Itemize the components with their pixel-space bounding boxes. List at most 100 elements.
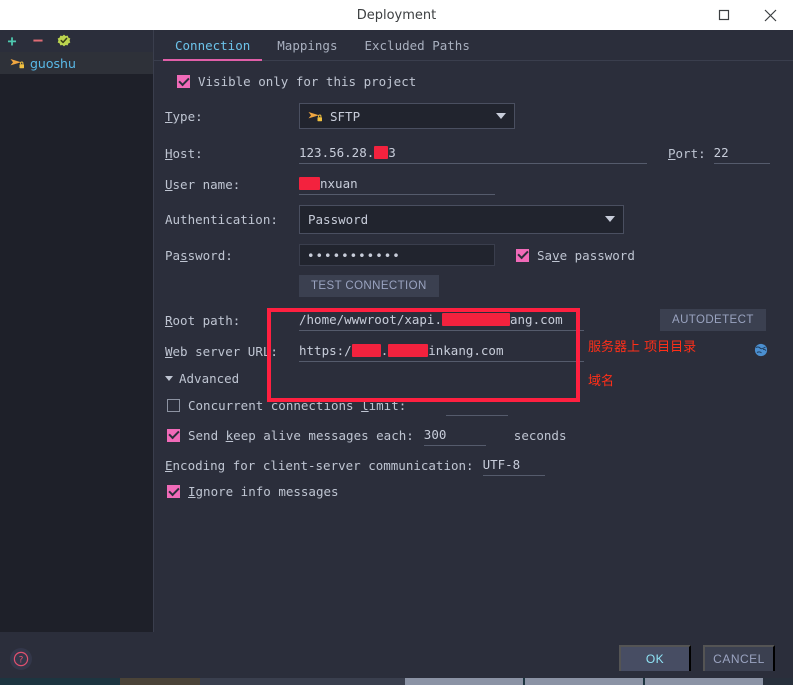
advanced-section-toggle[interactable]: Advanced (165, 371, 793, 386)
authentication-row: Authentication: Password (165, 204, 793, 234)
root-path-label: Root path: (165, 312, 241, 328)
host-input[interactable]: 123.56.28. 3 (299, 143, 647, 164)
authentication-label: Authentication: (165, 211, 278, 227)
close-icon[interactable] (747, 0, 793, 30)
host-value-suffix: 3 (388, 145, 396, 160)
username-input[interactable]: nxuan (299, 174, 495, 195)
test-connection-button[interactable]: TEST CONNECTION (299, 275, 439, 297)
visible-only-checkbox[interactable] (177, 75, 190, 88)
web-url-suffix: inkang.com (428, 343, 504, 358)
visible-only-row[interactable]: Visible only for this project (177, 74, 793, 89)
maximize-icon[interactable] (701, 0, 747, 30)
ignore-info-checkbox[interactable] (167, 485, 180, 498)
ok-label: OK (645, 651, 665, 666)
test-connection-label: TEST CONNECTION (311, 280, 427, 292)
root-path-prefix: /home/wwwroot/xapi. (299, 312, 442, 327)
taskbar-seg-3 (200, 678, 405, 685)
root-path-row: Root path: /home/wwwroot/xapi. ang.com AU… (165, 309, 793, 331)
window-controls (701, 0, 793, 30)
concurrent-row: Concurrent connections limit: (165, 394, 793, 416)
type-row: Type: SFTP (165, 102, 793, 130)
host-redaction (374, 146, 389, 159)
port-input[interactable]: 22 (713, 143, 770, 164)
taskbar-seg-4 (405, 678, 523, 685)
advanced-label: Advanced (179, 371, 240, 386)
concurrent-checkbox[interactable] (167, 398, 180, 412)
visible-only-label: Visible only for this project (198, 74, 417, 89)
host-row: Host: 123.56.28. 3 Port: 22 (165, 142, 793, 164)
tab-mappings[interactable]: Mappings (265, 34, 349, 60)
username-value-suffix: nxuan (320, 176, 358, 191)
taskbar-seg-1 (0, 678, 120, 685)
host-label: Host: (165, 145, 203, 161)
root-path-input[interactable]: /home/wwwroot/xapi. ang.com (299, 310, 584, 331)
username-label: User name: (165, 176, 241, 192)
web-server-url-input[interactable]: https:/. inkang.com (299, 341, 584, 362)
save-password-checkbox[interactable] (516, 248, 529, 262)
sftp-icon (308, 110, 323, 123)
concurrent-label: Concurrent connections limit: (188, 397, 407, 413)
encoding-label: Encoding for client-server communication… (165, 457, 474, 473)
chevron-down-icon (165, 376, 173, 381)
window-title: Deployment (356, 7, 437, 23)
port-label: Port: (668, 145, 706, 161)
keepalive-input[interactable]: 300 (423, 425, 486, 446)
type-combobox[interactable]: SFTP (299, 103, 515, 129)
annotation-domain: 域名 (588, 374, 615, 389)
root-path-suffix: ang.com (510, 312, 563, 327)
ok-button[interactable]: OK (619, 644, 691, 673)
taskbar-seg-7 (763, 678, 793, 685)
keepalive-unit: seconds (513, 427, 567, 443)
annotation-root-path: 服务器上 项目目录 (588, 340, 697, 355)
autodetect-label: AUTODETECT (672, 314, 754, 326)
cancel-button[interactable]: CANCEL (703, 644, 775, 673)
encoding-row: Encoding for client-server communication… (165, 454, 793, 476)
username-redaction (299, 177, 320, 190)
chevron-down-icon (496, 113, 506, 119)
globe-icon[interactable] (754, 343, 768, 360)
encoding-input[interactable]: UTF-8 (482, 455, 545, 476)
server-list: guoshu (0, 52, 153, 632)
web-url-mid: . (380, 343, 389, 358)
web-server-url-label: Web server URL: (165, 343, 278, 359)
password-label: Password: (165, 247, 233, 263)
tab-bar: Connection Mappings Excluded Paths (154, 30, 793, 61)
web-server-url-row: Web server URL: https:/. inkang.com (165, 340, 793, 362)
concurrent-input[interactable] (446, 395, 509, 416)
remove-server-icon[interactable]: − (29, 32, 47, 50)
cancel-label: CANCEL (713, 651, 765, 666)
type-value: SFTP (308, 109, 496, 124)
tab-connection[interactable]: Connection (163, 34, 263, 61)
autodetect-button[interactable]: AUTODETECT (660, 309, 766, 331)
username-row: User name: nxuan (165, 173, 793, 195)
encoding-value: UTF-8 (482, 457, 521, 472)
chevron-down-icon (605, 216, 615, 222)
password-input[interactable]: ••••••••••• (299, 244, 495, 266)
web-url-redaction-2 (388, 344, 429, 357)
window-titlebar: Deployment (0, 0, 793, 30)
keepalive-checkbox[interactable] (167, 428, 180, 442)
taskbar-seg-2 (120, 678, 200, 685)
sftp-server-icon (10, 57, 25, 70)
svg-text:?: ? (19, 655, 24, 665)
host-value-prefix: 123.56.28. (299, 145, 375, 160)
check-badge-icon[interactable] (55, 32, 73, 50)
type-value-text: SFTP (330, 108, 361, 124)
web-url-redaction-1 (351, 344, 381, 357)
help-icon[interactable]: ? (10, 647, 32, 670)
ignore-info-row[interactable]: Ignore info messages (167, 484, 793, 499)
type-label: Type: (165, 108, 203, 124)
tab-excluded-paths[interactable]: Excluded Paths (352, 34, 481, 60)
connection-form: Visible only for this project Type: SFTP… (154, 61, 793, 499)
keepalive-value: 300 (423, 427, 447, 442)
taskbar-seg-6 (645, 678, 763, 685)
keepalive-row: Send keep alive messages each: 300 secon… (165, 424, 793, 446)
add-server-icon[interactable]: + (3, 32, 21, 50)
sidebar-item-guoshu[interactable]: guoshu (0, 52, 153, 74)
test-connection-row: TEST CONNECTION (165, 275, 793, 297)
connection-panel: Connection Mappings Excluded Paths Visib… (154, 30, 793, 632)
background-strip-upper (0, 671, 793, 678)
password-value: ••••••••••• (307, 247, 401, 263)
authentication-combobox[interactable]: Password (299, 204, 624, 234)
sidebar-item-label: guoshu (30, 55, 76, 71)
